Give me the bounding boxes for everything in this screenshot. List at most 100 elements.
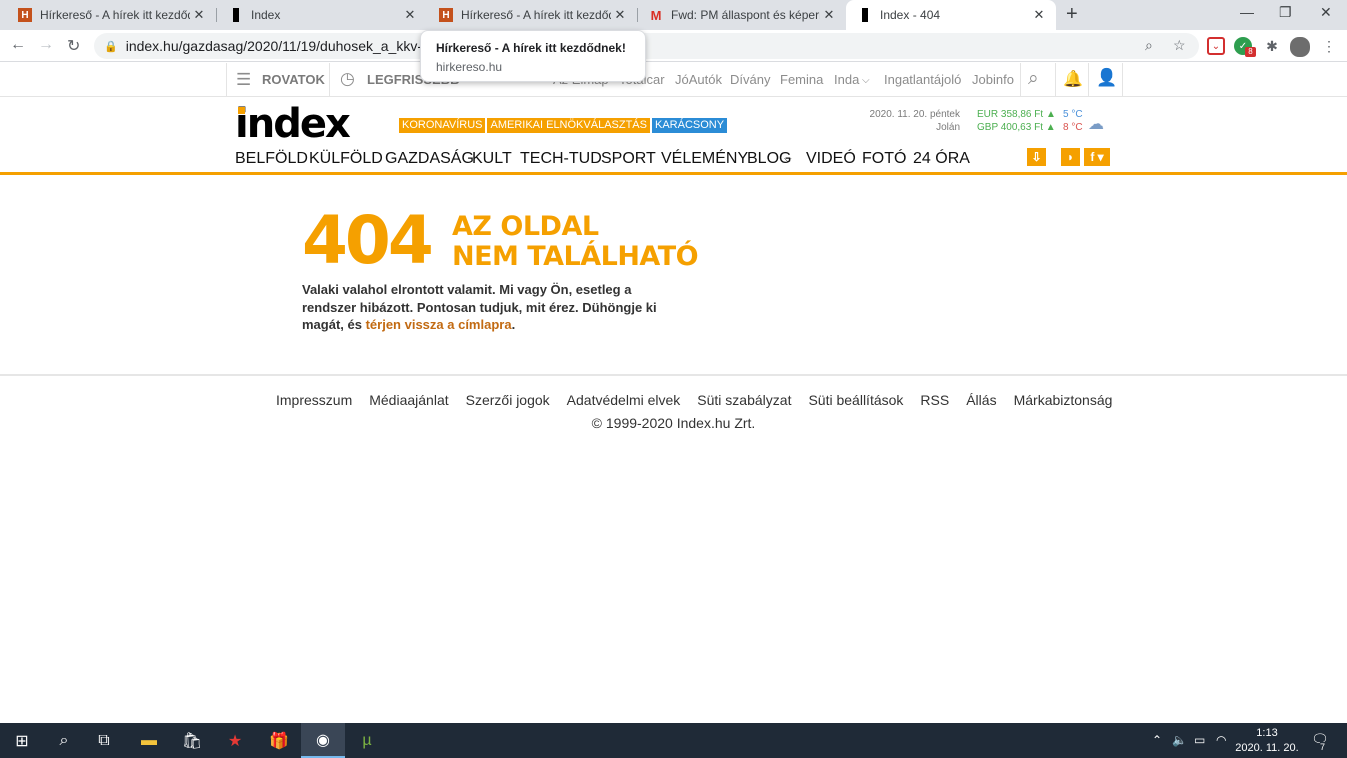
ingatlantajolo-link[interactable]: Ingatlantájoló [884, 72, 961, 87]
joautok-link[interactable]: JóAutók [675, 72, 722, 87]
inda-link[interactable]: Inda [834, 72, 859, 87]
exchange-rates[interactable]: EUR 358,86 Ft ▲ GBP 400,63 Ft ▲ [977, 108, 1056, 134]
error-title-line1: AZ OLDAL [452, 211, 599, 242]
close-icon[interactable]: ✕ [1030, 7, 1048, 23]
divider [1055, 63, 1056, 97]
chevron-down-icon: ⌵ [784, 154, 792, 165]
jobinfo-link[interactable]: Jobinfo [972, 72, 1014, 87]
nav-foto[interactable]: FOTÓ [862, 150, 906, 168]
puzzle-extensions-icon[interactable]: ✱ [1263, 37, 1281, 55]
hamburger-menu-icon[interactable]: ☰ [236, 70, 251, 90]
windows-start-icon[interactable]: ⊞ [0, 723, 44, 758]
temp-low: 5 °C [1063, 109, 1083, 120]
bookmark-star-icon[interactable]: ☆ [1173, 37, 1186, 54]
close-icon[interactable]: ✕ [190, 7, 208, 23]
nav-kulfold[interactable]: KÜLFÖLD [309, 150, 383, 168]
up-arrow-icon: ▲ [1045, 122, 1056, 133]
nav-belfold[interactable]: BELFÖLD [235, 150, 308, 168]
battery-icon[interactable]: ▭ [1194, 733, 1205, 747]
rovatok-link[interactable]: ROVATOK [262, 72, 325, 87]
hirkereso-favicon-icon: H [18, 8, 32, 22]
divider [1020, 63, 1021, 97]
divider [1088, 63, 1089, 97]
tab-hirkereso-1[interactable]: H Hírkereső - A hírek itt kezdődnek! ✕ [6, 0, 216, 30]
maximize-button[interactable]: ❐ [1279, 4, 1292, 21]
cloud-rain-icon: ☁ [1088, 116, 1104, 133]
zoom-icon[interactable]: ⌕ [1145, 37, 1153, 54]
gift-icon[interactable]: 🎁 [257, 723, 301, 758]
chevron-up-icon[interactable]: ⌃ [1152, 733, 1162, 747]
url-text: index.hu/gazdasag/2020/11/19/duhosek_a_k… [125, 38, 467, 54]
back-to-home-link[interactable]: térjen vissza a címlapra [366, 317, 512, 332]
wifi-icon[interactable]: ◠ [1216, 733, 1226, 747]
femina-link[interactable]: Femina [780, 72, 823, 87]
utorrent-icon[interactable]: µ [345, 723, 389, 758]
divider [226, 63, 227, 97]
close-icon[interactable]: ✕ [820, 7, 838, 23]
tab-index[interactable]: Index ✕ [217, 0, 427, 30]
pocket-extension-icon[interactable]: ⌄ [1207, 37, 1225, 55]
nav-video[interactable]: VIDEÓ [806, 150, 856, 168]
notification-count: 7 [1320, 742, 1326, 752]
close-icon[interactable]: ✕ [611, 7, 629, 23]
new-tab-button[interactable]: + [1066, 3, 1078, 26]
site-top-bar: ☰ ROVATOK ◷ LEGFRISSEBB Az Eimap Totalca… [0, 63, 1347, 97]
nav-velemeny[interactable]: VÉLEMÉNY [661, 150, 748, 168]
window-close-button[interactable]: ✕ [1320, 4, 1332, 21]
footer-link-adatvedelmi[interactable]: Adatvédelmi elvek [567, 392, 681, 408]
facebook-icon[interactable]: f ▾ [1084, 148, 1110, 166]
tab-hirkereso-2[interactable]: H Hírkereső - A hírek itt kezdődnek! ✕ [427, 0, 637, 30]
tag-elnokvalasztas[interactable]: AMERIKAI ELNÖKVÁLASZTÁS [487, 118, 650, 133]
close-icon[interactable]: ✕ [401, 7, 419, 23]
error-title: AZ OLDAL NEM TALÁLHATÓ [452, 211, 699, 272]
back-arrow-icon[interactable]: ← [10, 36, 26, 54]
logo-text: index [235, 101, 351, 147]
index-logo[interactable]: index [235, 101, 351, 147]
tab-strip: H Hírkereső - A hírek itt kezdődnek! ✕ I… [0, 0, 1347, 30]
system-clock[interactable]: 1:13 2020. 11. 20. [1232, 726, 1302, 756]
footer-link-rss[interactable]: RSS [920, 392, 949, 408]
chrome-icon[interactable]: ◉ [301, 723, 345, 758]
tab-title: Hírkereső - A hírek itt kezdődnek! [461, 8, 611, 22]
footer-link-markabiztonsag[interactable]: Márkabiztonság [1014, 392, 1113, 408]
footer-link-suti-beallitasok[interactable]: Süti beállítások [808, 392, 903, 408]
file-explorer-icon[interactable]: ▬ [127, 723, 171, 758]
bell-icon[interactable]: 🔔 [1063, 69, 1083, 89]
app-star-icon[interactable]: ★ [213, 723, 257, 758]
tab-gmail[interactable]: M Fwd: PM állaspont és képernyőkép ✕ [637, 0, 846, 30]
footer-link-szerzoi-jogok[interactable]: Szerzői jogok [466, 392, 550, 408]
forward-arrow-icon[interactable]: → [38, 36, 54, 54]
footer-link-impresszum[interactable]: Impresszum [276, 392, 352, 408]
nav-24-ora[interactable]: 24 ÓRA [913, 150, 970, 168]
footer-link-allas[interactable]: Állás [966, 392, 996, 408]
nameday-text: Jolán [936, 122, 960, 133]
reload-icon[interactable]: ↻ [67, 36, 80, 56]
rss-icon[interactable]: ◗ [1061, 148, 1080, 166]
weather[interactable]: 5 °C 8 °C [1063, 108, 1083, 134]
volume-icon[interactable]: 🔈 [1172, 733, 1187, 747]
tag-karacsony[interactable]: KARÁCSONY [651, 118, 728, 133]
nav-sport[interactable]: SPORT [601, 150, 656, 168]
nav-kult[interactable]: KULT [472, 150, 512, 168]
minimize-button[interactable]: — [1240, 4, 1254, 20]
nav-gazdasag[interactable]: GAZDASÁG [385, 150, 474, 168]
user-icon[interactable]: 👤 [1096, 68, 1117, 88]
menu-kebab-icon[interactable]: ⋮ [1320, 37, 1338, 55]
avatar[interactable] [1290, 37, 1310, 57]
footer-link-suti-szabalyzat[interactable]: Süti szabályzat [697, 392, 791, 408]
download-icon[interactable]: ⇩ [1027, 148, 1046, 166]
tab-index-404[interactable]: Index - 404 ✕ [846, 0, 1056, 30]
search-icon[interactable]: ⌕ [42, 723, 86, 758]
divany-link[interactable]: Dívány [730, 72, 770, 87]
store-icon[interactable]: 🛍 [170, 723, 214, 758]
nav-tech-tud[interactable]: TECH-TUD [520, 150, 602, 168]
gmail-icon: M [650, 7, 662, 23]
task-view-icon[interactable]: ⧉ [82, 723, 126, 758]
footer-link-mediaajanlat[interactable]: Médiaajánlat [369, 392, 448, 408]
lock-icon: 🔒 [104, 40, 118, 53]
windows-taskbar: ⊞ ⌕ ⧉ ▬ 🛍 ★ 🎁 ◉ µ ⌃ 🔈 ▭ ◠ 1:13 2020. 11.… [0, 723, 1347, 758]
tag-koronavirus[interactable]: KORONAVÍRUS [399, 118, 486, 133]
nav-underline [0, 172, 1347, 175]
search-icon[interactable]: ⌕ [1028, 68, 1039, 90]
address-bar[interactable]: 🔒 index.hu/gazdasag/2020/11/19/duhosek_a… [94, 33, 1199, 59]
